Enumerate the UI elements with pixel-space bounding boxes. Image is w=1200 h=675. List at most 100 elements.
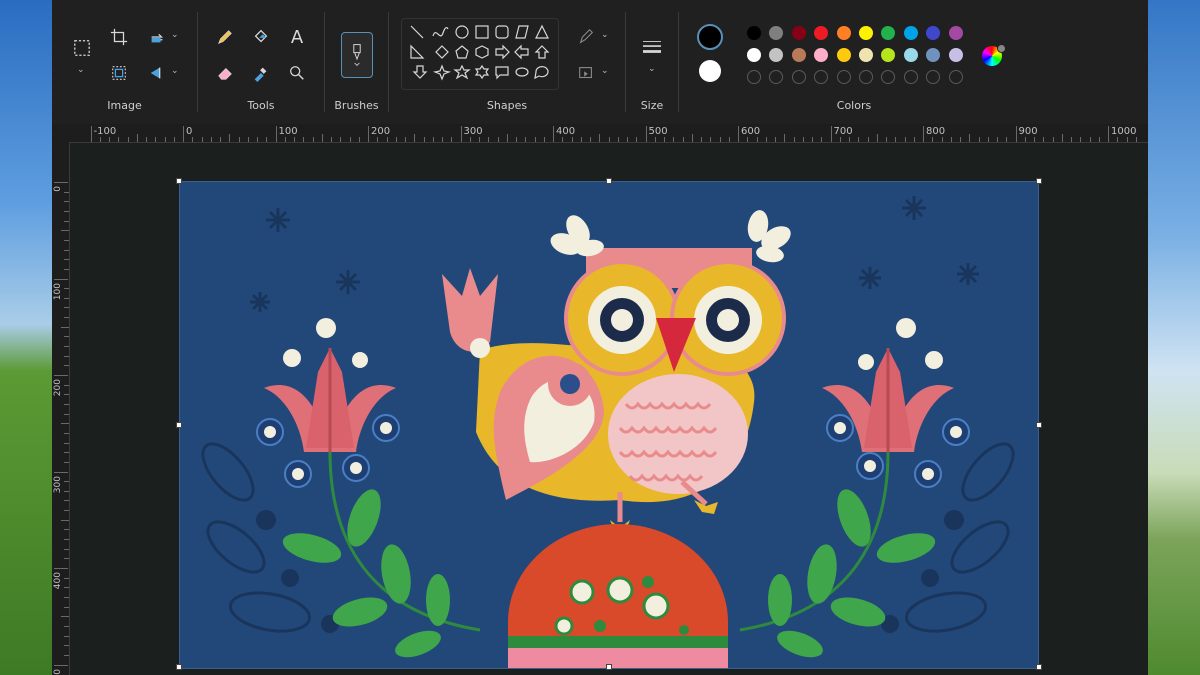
rotate-chevron-icon[interactable]: ⌄: [171, 30, 179, 40]
shapes-gallery-icons[interactable]: [402, 19, 558, 89]
palette-color-swatch[interactable]: [791, 48, 806, 62]
ruler-label: -100: [93, 126, 117, 137]
ruler-minor-tick: [146, 137, 147, 142]
ruler-minor-tick: [423, 137, 425, 142]
brushes-group-label: Brushes: [334, 99, 379, 112]
ruler-minor-tick: [64, 268, 69, 270]
palette-color-swatch[interactable]: [903, 48, 918, 62]
ruler-minor-tick: [109, 137, 110, 142]
ruler-minor-tick: [64, 635, 69, 637]
drawing-canvas[interactable]: [179, 181, 1039, 669]
palette-color-swatch[interactable]: [926, 26, 941, 40]
outline-icon[interactable]: [573, 24, 599, 50]
color-picker-icon[interactable]: [248, 60, 274, 86]
outline-chevron-icon[interactable]: ⌄: [601, 30, 609, 40]
ruler-label: 100: [53, 282, 63, 300]
palette-color-swatch[interactable]: [881, 48, 896, 62]
ruler-minor-tick: [61, 326, 69, 328]
fill-icon[interactable]: [248, 24, 274, 50]
resize-handle[interactable]: [176, 422, 182, 428]
palette-color-swatch[interactable]: [859, 26, 873, 40]
resize-icon[interactable]: [106, 60, 132, 86]
palette-color-swatch[interactable]: [948, 48, 963, 62]
crop-icon[interactable]: [106, 24, 132, 50]
palette-color-swatch[interactable]: [926, 48, 941, 62]
palette-color-swatch[interactable]: [836, 26, 851, 40]
resize-handle[interactable]: [176, 178, 182, 184]
palette-color-swatch[interactable]: [859, 48, 873, 62]
ruler-minor-tick: [64, 307, 69, 309]
custom-color-slot[interactable]: [814, 70, 829, 84]
palette-color-swatch[interactable]: [814, 48, 829, 62]
fill-chevron-icon[interactable]: ⌄: [601, 66, 609, 76]
ruler-minor-tick: [802, 137, 804, 142]
palette-color-swatch[interactable]: [903, 26, 918, 40]
desktop-wallpaper-right: [1148, 0, 1200, 675]
eraser-icon[interactable]: [212, 60, 238, 86]
rotate-icon[interactable]: [144, 24, 170, 50]
text-tool-icon[interactable]: A: [284, 24, 310, 50]
ruler-label: 200: [53, 379, 63, 397]
select-chevron-icon[interactable]: ⌄: [77, 65, 85, 75]
palette-color-swatch[interactable]: [948, 26, 963, 40]
ruler-label: 300: [463, 126, 483, 137]
ruler-minor-tick: [61, 519, 69, 521]
ruler-label: 1000: [1111, 126, 1137, 137]
ruler-minor-tick: [506, 134, 508, 142]
select-icon[interactable]: [68, 34, 96, 62]
custom-color-slot[interactable]: [791, 70, 806, 84]
ruler-minor-tick: [64, 625, 69, 627]
custom-color-slot[interactable]: [769, 70, 784, 84]
ruler-minor-tick: [64, 239, 69, 241]
ruler-minor-tick: [488, 137, 490, 142]
ruler-minor-tick: [867, 137, 869, 142]
shape-fill-icon[interactable]: [573, 60, 599, 86]
resize-handle[interactable]: [176, 664, 182, 670]
ruler-minor-tick: [64, 587, 69, 589]
pencil-icon[interactable]: [212, 24, 238, 50]
palette-color-swatch[interactable]: [747, 48, 761, 62]
primary-color-swatch[interactable]: [697, 24, 723, 50]
ruler-minor-tick: [617, 137, 619, 142]
owl-illustration: [180, 182, 1038, 668]
palette-color-swatch[interactable]: [814, 26, 829, 40]
ruler-label: 400: [53, 572, 63, 590]
shapes-gallery: [401, 18, 559, 90]
palette-color-swatch[interactable]: [791, 26, 806, 40]
size-group: ⌄ Size: [626, 0, 678, 124]
flip-icon[interactable]: [144, 60, 170, 86]
ruler-minor-tick: [164, 137, 166, 142]
palette-color-swatch[interactable]: [881, 26, 896, 40]
palette-color-swatch[interactable]: [769, 48, 784, 62]
ruler-minor-tick: [201, 137, 203, 142]
palette-color-swatch[interactable]: [836, 48, 851, 62]
ruler-tick: [923, 126, 924, 142]
ruler-minor-tick: [1043, 137, 1045, 142]
size-chevron-icon[interactable]: ⌄: [648, 64, 656, 74]
custom-color-slot[interactable]: [747, 70, 761, 84]
custom-color-slot[interactable]: [926, 70, 941, 84]
resize-handle[interactable]: [1036, 422, 1042, 428]
resize-handle[interactable]: [1036, 664, 1042, 670]
magnifier-icon[interactable]: [284, 60, 310, 86]
custom-color-slot[interactable]: [948, 70, 963, 84]
custom-color-slot[interactable]: [836, 70, 851, 84]
resize-handle[interactable]: [606, 664, 612, 670]
ruler-minor-tick: [64, 317, 69, 319]
custom-color-slot[interactable]: [903, 70, 918, 84]
ruler-minor-tick: [64, 490, 69, 492]
ruler-minor-tick: [64, 220, 69, 222]
size-lines-icon[interactable]: [638, 34, 666, 60]
ruler-minor-tick: [395, 137, 397, 142]
flip-chevron-icon[interactable]: ⌄: [171, 66, 179, 76]
palette-color-swatch[interactable]: [747, 26, 761, 40]
ruler-minor-tick: [876, 134, 878, 142]
resize-handle[interactable]: [1036, 178, 1042, 184]
ruler-minor-tick: [64, 346, 69, 348]
brush-icon[interactable]: [341, 32, 373, 78]
custom-color-slot[interactable]: [881, 70, 896, 84]
resize-handle[interactable]: [606, 178, 612, 184]
custom-color-slot[interactable]: [859, 70, 873, 84]
secondary-color-swatch[interactable]: [699, 60, 721, 82]
palette-color-swatch[interactable]: [769, 26, 784, 40]
